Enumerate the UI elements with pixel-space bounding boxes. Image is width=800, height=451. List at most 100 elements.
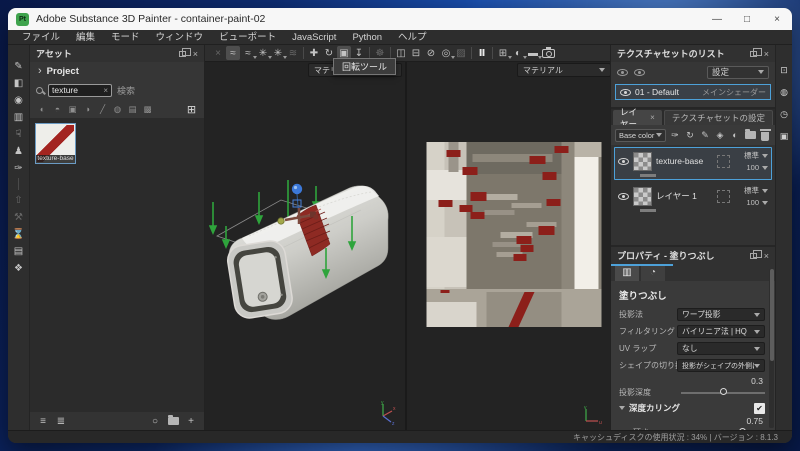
layer-visibility-icon[interactable] bbox=[618, 158, 629, 165]
settings-dropdown[interactable]: 設定 bbox=[707, 66, 769, 79]
opacity-value[interactable]: 100 bbox=[746, 198, 759, 207]
filtering-select[interactable]: バイリニア法 | HQ bbox=[677, 325, 765, 338]
menu-javascript[interactable]: JavaScript bbox=[284, 30, 344, 45]
paint-tool[interactable]: ✎ bbox=[11, 59, 27, 73]
maximize-button[interactable]: □ bbox=[732, 8, 762, 30]
search-input[interactable]: texture × bbox=[48, 84, 112, 97]
add-folder-icon[interactable] bbox=[744, 128, 756, 142]
screenshot-button[interactable] bbox=[541, 46, 555, 60]
snap-button[interactable]: ◎ bbox=[439, 46, 453, 60]
slider-knob[interactable] bbox=[720, 388, 727, 395]
close-panel-icon[interactable]: × bbox=[764, 251, 769, 261]
reproject-icon[interactable]: ↻ bbox=[684, 128, 696, 142]
layer-mask-placeholder[interactable] bbox=[717, 190, 730, 203]
new-library-icon[interactable] bbox=[166, 414, 180, 428]
view-list-icon[interactable]: ≣ bbox=[54, 414, 68, 428]
smudge-tool[interactable]: ☟ bbox=[11, 127, 27, 141]
history-panel-icon[interactable]: ◷ bbox=[777, 107, 791, 121]
display-settings-icon[interactable]: ⊡ bbox=[777, 63, 791, 77]
view-details-icon[interactable]: ≡ bbox=[36, 414, 50, 428]
float-panel-icon[interactable] bbox=[750, 51, 757, 57]
layer-row-texture-base[interactable]: texture-base 標準 100 bbox=[614, 147, 772, 180]
log-panel-icon[interactable]: ▣ bbox=[777, 129, 791, 143]
menu-viewport[interactable]: ビューポート bbox=[211, 30, 284, 45]
mirror-vertical-button[interactable]: ⊟ bbox=[409, 46, 423, 60]
uv-tiles-button[interactable]: ▤ bbox=[11, 244, 27, 258]
asset-thumbnail-texture-base[interactable]: texture-base bbox=[35, 123, 76, 164]
pause-engine-button[interactable]: Ⅱ bbox=[475, 46, 489, 60]
minimize-button[interactable]: — bbox=[702, 8, 732, 30]
filter-smart-materials-icon[interactable]: ◓ bbox=[51, 103, 64, 116]
lazy-mouse-tool[interactable]: ≋ bbox=[286, 46, 300, 60]
filter-environments-icon[interactable]: ▩ bbox=[141, 103, 154, 116]
menu-python[interactable]: Python bbox=[344, 30, 390, 45]
polygon-fill-tool[interactable]: ▥ bbox=[11, 110, 27, 124]
add-effect-icon[interactable]: ✑ bbox=[669, 128, 681, 142]
close-panel-icon[interactable]: × bbox=[764, 49, 769, 59]
symmetry-settings-button[interactable]: ⊞ bbox=[496, 46, 510, 60]
filter-alphas-icon[interactable]: ◍ bbox=[111, 103, 124, 116]
history-button[interactable]: ⌛ bbox=[11, 227, 27, 241]
uv-wrap-select[interactable]: なし bbox=[677, 342, 765, 355]
blend-mode-value[interactable]: 標準 bbox=[744, 185, 759, 196]
delete-layer-icon[interactable] bbox=[759, 128, 771, 142]
grid-view-icon[interactable]: ⊞ bbox=[185, 103, 198, 116]
stencil-button[interactable]: ▨ bbox=[454, 46, 468, 60]
uv-texture-canvas[interactable] bbox=[426, 142, 602, 327]
export-textures-button[interactable]: ⇧ bbox=[11, 193, 27, 207]
move-tool[interactable]: ✚ bbox=[307, 46, 321, 60]
close-button[interactable]: × bbox=[762, 8, 792, 30]
menu-window[interactable]: ウィンドウ bbox=[148, 30, 212, 45]
layer-thumbnail[interactable] bbox=[633, 187, 652, 206]
shader-settings-icon[interactable]: ◍ bbox=[777, 85, 791, 99]
toolbar-close-icon[interactable]: × bbox=[211, 46, 225, 60]
viewport-3d[interactable]: マテリアル bbox=[205, 62, 405, 430]
bake-textures-button[interactable]: ⚒ bbox=[11, 210, 27, 224]
layer-thumbnail[interactable] bbox=[633, 152, 652, 171]
projection-mode-select[interactable]: ワープ投影 bbox=[677, 308, 765, 321]
shelf-button[interactable]: ❖ bbox=[11, 261, 27, 275]
material-mode-dropdown-2d[interactable]: マテリアル bbox=[517, 63, 610, 77]
layer-visibility-icon[interactable] bbox=[618, 193, 629, 200]
add-fill-layer-icon[interactable]: ◈ bbox=[714, 128, 726, 142]
opacity-value[interactable]: 100 bbox=[746, 163, 759, 172]
add-paint-layer-icon[interactable]: ✎ bbox=[699, 128, 711, 142]
clone-tool[interactable]: ♟ bbox=[11, 144, 27, 158]
show-all-eye-icon[interactable] bbox=[617, 69, 628, 76]
layer-mask-placeholder[interactable] bbox=[717, 155, 730, 168]
culling-checkbox[interactable] bbox=[754, 403, 765, 414]
stroke-tool[interactable]: ≈ bbox=[226, 46, 240, 60]
stroke-dynamics-tool[interactable]: ≈ bbox=[241, 46, 255, 60]
camera-mode-button[interactable]: ▬ bbox=[526, 46, 540, 60]
menu-edit[interactable]: 編集 bbox=[68, 30, 103, 45]
tab-layers[interactable]: レイヤー × bbox=[613, 110, 662, 125]
titlebar[interactable]: Pt Adobe Substance 3D Painter - containe… bbox=[8, 8, 792, 30]
project-row[interactable]: › Project bbox=[30, 62, 204, 80]
tab-texture-set-settings[interactable]: テクスチャセットの設定 bbox=[664, 110, 773, 125]
menu-mode[interactable]: モード bbox=[103, 30, 148, 45]
projection-tool[interactable]: ◉ bbox=[11, 93, 27, 107]
depth-slider[interactable] bbox=[681, 392, 765, 394]
viewport-2d[interactable]: マテリアル bbox=[407, 62, 610, 430]
material-picker-tool[interactable]: ✑ bbox=[11, 161, 27, 175]
shape-crop-select[interactable]: 投影がシェイプの外側に拡張 bbox=[677, 359, 765, 372]
menu-file[interactable]: ファイル bbox=[14, 30, 68, 45]
close-panel-icon[interactable]: × bbox=[193, 49, 198, 59]
filter-brushes-icon[interactable]: ╱ bbox=[96, 103, 109, 116]
tab-close-icon[interactable]: × bbox=[650, 113, 655, 122]
import-assets-icon[interactable]: + bbox=[184, 414, 198, 428]
particle-brush-tool[interactable]: ✳ bbox=[271, 46, 285, 60]
visibility-eye-icon[interactable] bbox=[620, 89, 631, 96]
channel-dropdown[interactable]: Base color bbox=[615, 129, 666, 142]
texture-set-row[interactable]: 01 - Default メインシェーダー bbox=[615, 84, 771, 100]
solo-eye-icon[interactable] bbox=[634, 69, 645, 76]
filter-filters-icon[interactable]: ◑ bbox=[81, 103, 94, 116]
tab-material-properties[interactable]: ▥ bbox=[615, 264, 639, 281]
sync-assets-icon[interactable]: ○ bbox=[148, 414, 162, 428]
filter-smart-masks-icon[interactable]: ▣ bbox=[66, 103, 79, 116]
float-panel-icon[interactable] bbox=[179, 51, 186, 57]
layer-row-layer1[interactable]: レイヤー 1 標準 100 bbox=[614, 182, 772, 215]
float-panel-icon[interactable] bbox=[750, 253, 757, 259]
filter-textures-icon[interactable]: ▤ bbox=[126, 103, 139, 116]
menu-help[interactable]: ヘルプ bbox=[390, 30, 435, 45]
